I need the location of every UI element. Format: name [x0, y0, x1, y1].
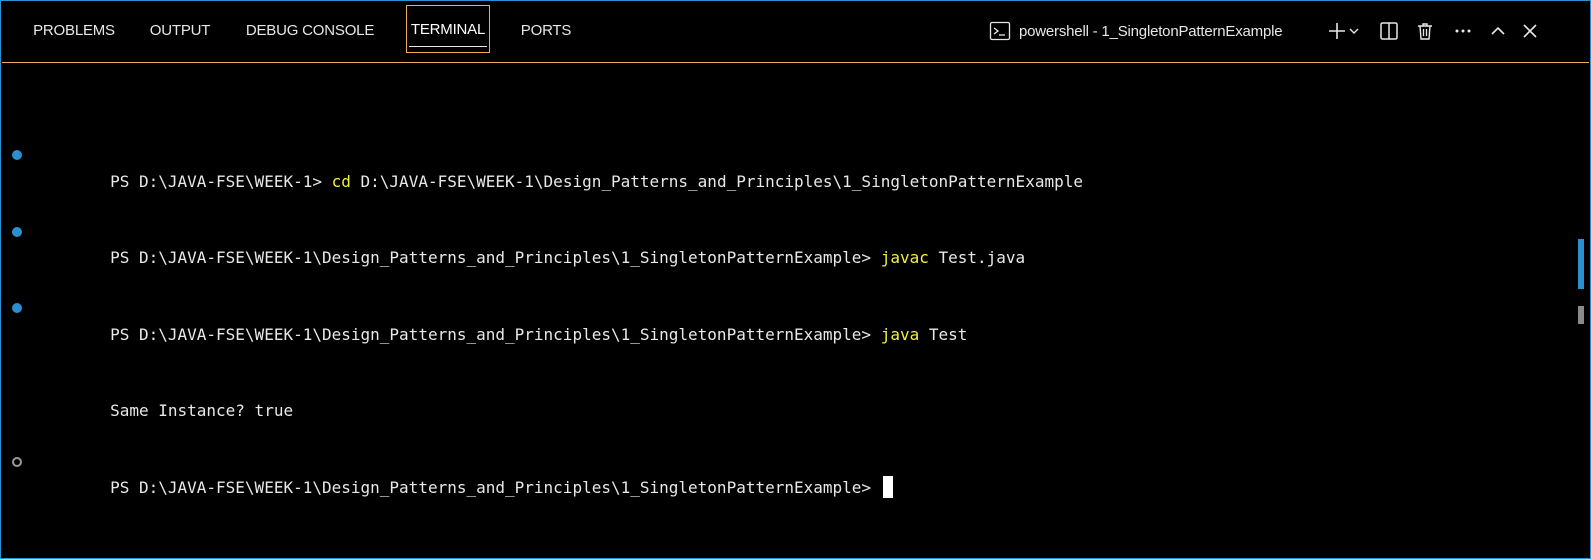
terminal-line: PS D:\JAVA-FSE\WEEK-1\Design_Patterns_an…: [12, 449, 1083, 498]
scrollbar-command-marker: [1578, 239, 1584, 289]
command-success-decoration[interactable]: [12, 303, 22, 313]
terminal-output[interactable]: PS D:\JAVA-FSE\WEEK-1> cd D:\JAVA-FSE\WE…: [2, 63, 1589, 557]
split-terminal-icon[interactable]: [1375, 16, 1403, 46]
panel-actions: powershell - 1_SingletonPatternExample: [987, 2, 1589, 59]
close-icon[interactable]: [1516, 16, 1544, 46]
terminal-selector[interactable]: powershell - 1_SingletonPatternExample: [989, 16, 1283, 46]
prompt: PS D:\JAVA-FSE\WEEK-1>: [110, 171, 332, 191]
trash-icon[interactable]: [1411, 16, 1439, 46]
chevron-down-icon[interactable]: [1345, 16, 1363, 46]
command-args: D:\JAVA-FSE\WEEK-1\Design_Patterns_and_P…: [350, 171, 1083, 191]
tab-problems[interactable]: PROBLEMS: [18, 2, 130, 59]
terminal-panel: PROBLEMS OUTPUT DEBUG CONSOLE TERMINAL P…: [0, 0, 1591, 559]
terminal-lines: PS D:\JAVA-FSE\WEEK-1> cd D:\JAVA-FSE\WE…: [12, 92, 1083, 526]
chevron-up-icon[interactable]: [1484, 16, 1512, 46]
terminal-line: PS D:\JAVA-FSE\WEEK-1\Design_Patterns_an…: [12, 296, 1083, 344]
scrollbar-cursor-marker: [1578, 306, 1584, 324]
terminal-scrollbar[interactable]: [1578, 63, 1584, 557]
terminal-line: PS D:\JAVA-FSE\WEEK-1\Design_Patterns_an…: [12, 220, 1083, 267]
terminal-cursor: [882, 475, 893, 498]
terminal-line: PS D:\JAVA-FSE\WEEK-1> cd D:\JAVA-FSE\WE…: [12, 143, 1083, 191]
tab-output[interactable]: OUTPUT: [136, 2, 224, 59]
command-name: cd: [331, 171, 351, 191]
terminal-line: Same Instance? true: [12, 373, 1083, 420]
ellipsis-icon[interactable]: [1449, 16, 1477, 46]
prompt: PS D:\JAVA-FSE\WEEK-1\Design_Patterns_an…: [110, 477, 881, 497]
prompt: PS D:\JAVA-FSE\WEEK-1\Design_Patterns_an…: [110, 248, 881, 267]
command-output: Same Instance? true: [110, 401, 294, 420]
command-args: Test: [919, 324, 968, 344]
command-name: javac: [880, 248, 929, 267]
tab-ports[interactable]: PORTS: [502, 2, 590, 59]
command-success-decoration[interactable]: [12, 150, 22, 160]
prompt: PS D:\JAVA-FSE\WEEK-1\Design_Patterns_an…: [110, 324, 881, 344]
tab-terminal[interactable]: TERMINAL: [406, 5, 490, 53]
terminal-powershell-icon: [989, 20, 1011, 42]
panel-header: PROBLEMS OUTPUT DEBUG CONSOLE TERMINAL P…: [2, 2, 1589, 59]
command-pending-decoration[interactable]: [12, 457, 22, 467]
tab-debug-console[interactable]: DEBUG CONSOLE: [228, 2, 392, 59]
command-name: java: [880, 324, 920, 344]
command-success-decoration[interactable]: [12, 226, 22, 237]
command-args: Test.java: [928, 248, 1026, 267]
terminal-selector-label: powershell - 1_SingletonPatternExample: [1019, 22, 1283, 40]
